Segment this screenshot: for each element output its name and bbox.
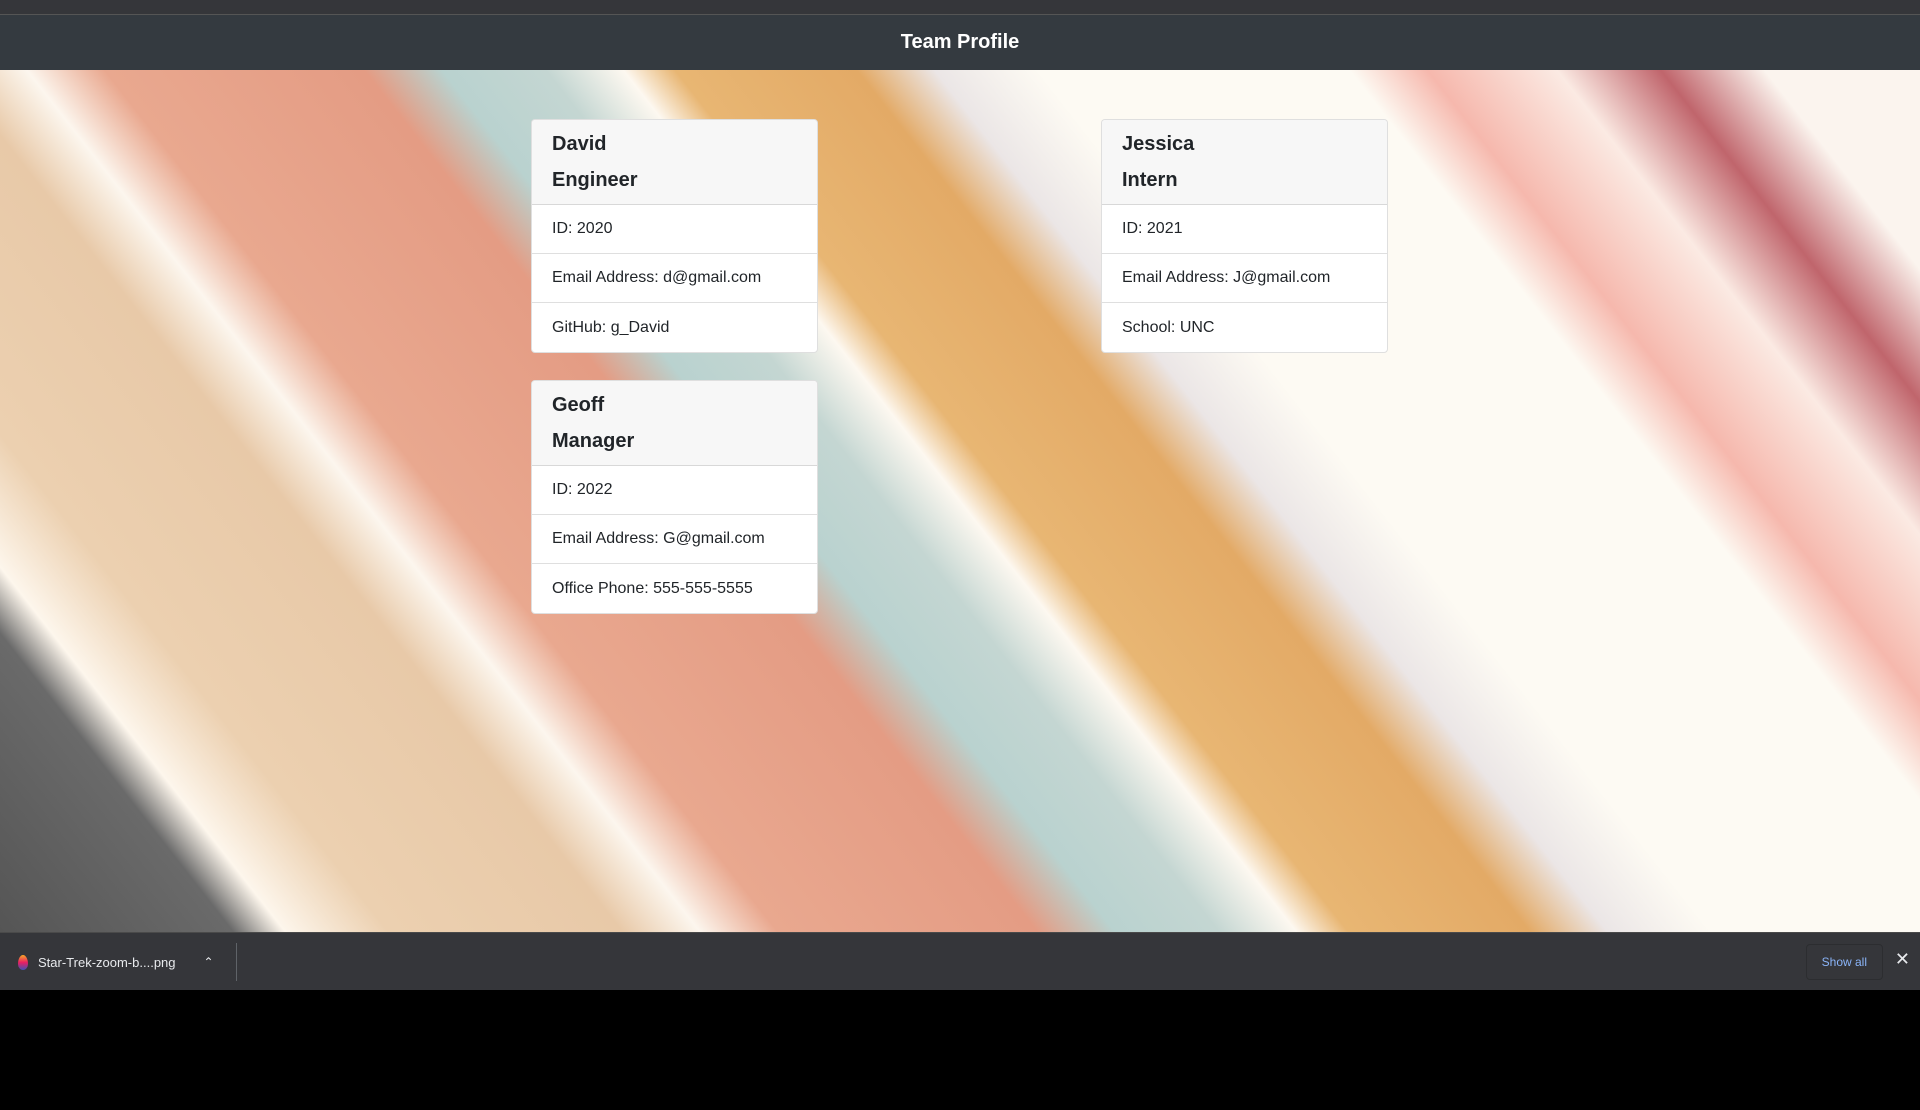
card-header: Geoff Manager — [532, 381, 817, 466]
divider — [236, 943, 237, 981]
download-bar: Star-Trek-zoom-b....png ⌃ Show all ✕ — [0, 932, 1920, 990]
page-content: David Engineer ID: 2020 Email Address: d… — [0, 70, 1920, 932]
employee-id: ID: 2022 — [532, 466, 817, 515]
download-filename: Star-Trek-zoom-b....png — [38, 954, 176, 970]
employee-card-jessica: Jessica Intern ID: 2021 Email Address: J… — [1101, 119, 1388, 353]
employee-role: Manager — [552, 430, 635, 452]
employee-role: Intern — [1122, 169, 1178, 191]
employee-card-david: David Engineer ID: 2020 Email Address: d… — [531, 119, 818, 353]
employee-name: David — [552, 133, 607, 155]
show-all-button[interactable]: Show all — [1805, 944, 1883, 980]
card-header: Jessica Intern — [1102, 120, 1387, 205]
employee-school: School: UNC — [1122, 318, 1215, 336]
employee-github[interactable]: GitHub: g_David — [532, 303, 817, 352]
employee-id: ID: 2020 — [532, 205, 817, 254]
browser-bookmarks-strip — [0, 0, 1920, 15]
chevron-up-icon[interactable]: ⌃ — [204, 955, 214, 969]
employee-role: Engineer — [552, 169, 638, 191]
employee-email[interactable]: Email Address: d@gmail.com — [532, 254, 817, 303]
download-item[interactable]: Star-Trek-zoom-b....png ⌃ — [18, 933, 214, 991]
card-header: David Engineer — [532, 120, 817, 205]
close-icon[interactable]: ✕ — [1895, 949, 1910, 970]
employee-card-geoff: Geoff Manager ID: 2022 Email Address: G@… — [531, 380, 818, 614]
employee-name: Jessica — [1122, 133, 1195, 155]
employee-email[interactable]: Email Address: J@gmail.com — [1102, 254, 1387, 303]
taskbar-area — [0, 990, 1920, 1110]
employee-email[interactable]: Email Address: G@gmail.com — [532, 515, 817, 564]
employee-name: Geoff — [552, 394, 605, 416]
employee-office-phone: Office Phone: 555-555-5555 — [552, 579, 753, 597]
file-icon — [18, 954, 28, 970]
employee-id: ID: 2021 — [1102, 205, 1387, 254]
page-title: Team Profile — [900, 31, 1020, 53]
navbar: Team Profile — [0, 15, 1920, 70]
